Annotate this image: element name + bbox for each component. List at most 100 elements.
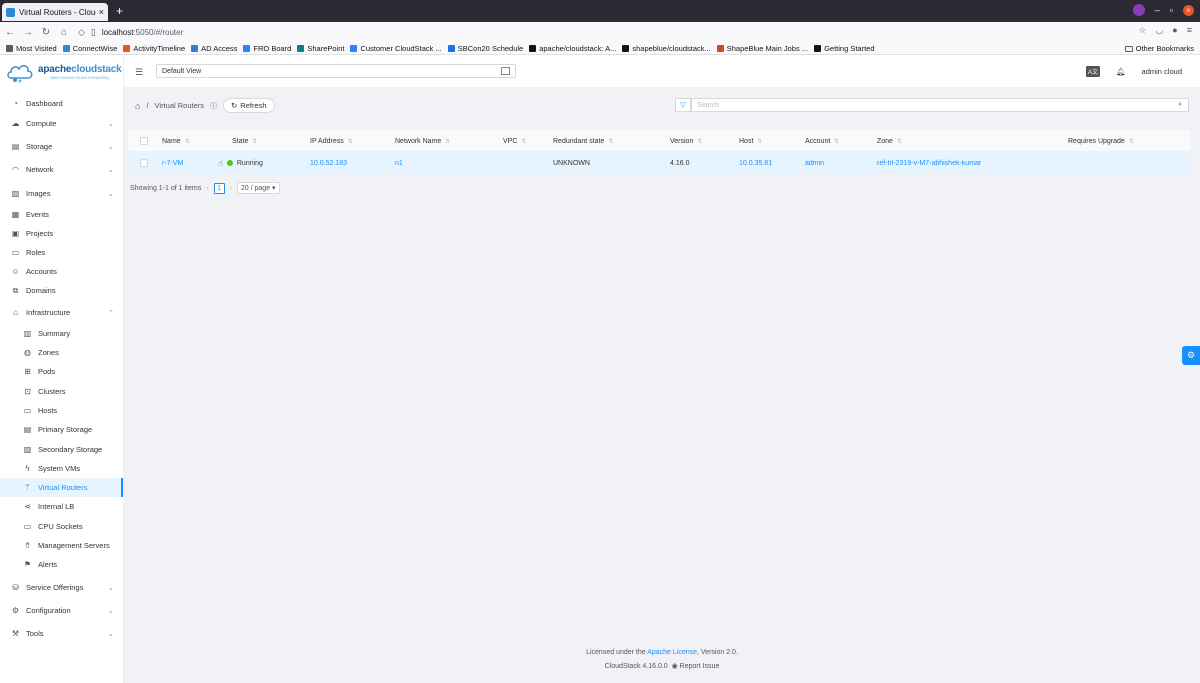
settings-drawer-button[interactable]: ⚙ bbox=[1182, 346, 1200, 365]
sidebar-item-projects[interactable]: ▣ Projects bbox=[0, 224, 123, 243]
cell-value[interactable]: r-7-VM bbox=[162, 160, 183, 167]
home-breadcrumb-icon[interactable]: ⌂ bbox=[135, 101, 140, 111]
bookmark-item[interactable]: ShapeBlue Main Jobs ... bbox=[716, 44, 808, 53]
sidebar-item-events[interactable]: ▦ Events bbox=[0, 205, 123, 224]
close-window-icon[interactable]: × bbox=[1183, 4, 1194, 16]
bookmark-star-icon[interactable]: ☆ bbox=[1138, 25, 1146, 36]
bookmark-item[interactable]: Most Visited bbox=[6, 44, 57, 53]
forward-icon[interactable]: → bbox=[20, 27, 36, 38]
translate-icon[interactable]: A文 bbox=[1086, 66, 1101, 77]
column-header-version[interactable]: Version ⇅ bbox=[670, 130, 702, 152]
pocket-icon[interactable]: ◡ bbox=[1155, 25, 1163, 36]
help-icon[interactable]: ⓘ bbox=[210, 101, 217, 111]
sidebar-item-summary[interactable]: ▥ Summary bbox=[0, 324, 123, 343]
sidebar-item-management-servers[interactable]: ⇮ Management Servers bbox=[0, 536, 123, 555]
bell-icon[interactable]: 🔔︎ bbox=[1116, 67, 1126, 76]
next-page-icon[interactable]: › bbox=[230, 185, 232, 192]
back-icon[interactable]: ← bbox=[2, 27, 18, 38]
select-all-checkbox[interactable] bbox=[140, 137, 148, 145]
bookmark-item[interactable]: AD Access bbox=[191, 44, 237, 53]
account-icon[interactable]: ● bbox=[1172, 25, 1177, 36]
menu-icon[interactable]: ≡ bbox=[1187, 25, 1192, 36]
bookmark-item[interactable]: SharePoint bbox=[297, 44, 344, 53]
sidebar-item-zones[interactable]: ◍ Zones bbox=[0, 343, 123, 362]
sidebar-item-secondary-storage[interactable]: ▨ Secondary Storage bbox=[0, 440, 123, 459]
bookmark-item[interactable]: shapeblue/cloudstack... bbox=[622, 44, 711, 53]
cell-account[interactable]: admin bbox=[805, 152, 824, 174]
sidebar-item-clusters[interactable]: ⊡ Clusters bbox=[0, 382, 123, 401]
cloudstack-logo[interactable]: apachecloudstack open source cloud compu… bbox=[0, 56, 123, 88]
column-header-vpc[interactable]: VPC ⇅ bbox=[503, 130, 526, 152]
sidebar-item-network[interactable]: ◠ Network ⌄ bbox=[0, 160, 123, 179]
row-checkbox[interactable] bbox=[140, 159, 148, 167]
home-icon[interactable]: ⌂ bbox=[56, 27, 72, 38]
cell-network[interactable]: n1 bbox=[395, 152, 403, 174]
browser-tab[interactable]: Virtual Routers - CloudSt × bbox=[2, 3, 108, 21]
bookmark-item[interactable]: SBCon20 Schedule bbox=[447, 44, 523, 53]
cell-name[interactable]: r-7-VM bbox=[162, 152, 183, 174]
bookmark-item[interactable]: Getting Started bbox=[814, 44, 875, 53]
search-icon[interactable]: ⌕ bbox=[1178, 101, 1182, 109]
filter-icon[interactable]: ▽ bbox=[675, 98, 691, 112]
column-header-state[interactable]: State ⇅ bbox=[232, 130, 257, 152]
cell-value[interactable]: 10.0.52.183 bbox=[310, 160, 347, 167]
sidebar-item-dashboard[interactable]: ◔ Dashboard bbox=[0, 94, 123, 113]
sidebar-item-configuration[interactable]: ⚙ Configuration ⌄ bbox=[0, 601, 123, 620]
reload-icon[interactable]: ↻ bbox=[38, 27, 54, 38]
column-header-redundant-state[interactable]: Redundant state ⇅ bbox=[553, 130, 613, 152]
menu-fold-icon[interactable]: ☰ bbox=[135, 67, 143, 78]
bookmark-item[interactable]: FRO Board bbox=[243, 44, 291, 53]
sidebar-item-accounts[interactable]: ☺ Accounts bbox=[0, 262, 123, 281]
maximize-icon[interactable]: ▫ bbox=[1170, 5, 1173, 15]
cell-host[interactable]: 10.0.35.81 bbox=[739, 152, 772, 174]
sidebar-item-service-offerings[interactable]: ⛁ Service Offerings ⌄ bbox=[0, 578, 123, 597]
column-header-account[interactable]: Account ⇅ bbox=[805, 130, 839, 152]
sidebar-item-cpu-sockets[interactable]: ▭ CPU Sockets bbox=[0, 517, 123, 536]
sidebar-item-primary-storage[interactable]: ▤ Primary Storage bbox=[0, 420, 123, 439]
license-link[interactable]: Apache License bbox=[647, 649, 697, 656]
column-header-network-name[interactable]: Network Name ⇅ bbox=[395, 130, 450, 152]
sidebar-item-virtual-routers[interactable]: ᛘ Virtual Routers bbox=[0, 478, 123, 497]
minimize-icon[interactable]: – bbox=[1155, 5, 1160, 15]
sidebar-item-internal-lb[interactable]: ⋖ Internal LB bbox=[0, 497, 123, 516]
cell-ip[interactable]: 10.0.52.183 bbox=[310, 152, 347, 174]
sidebar-item-domains[interactable]: ⧉ Domains bbox=[0, 281, 123, 300]
user-menu[interactable]: admin cloud bbox=[1142, 67, 1182, 76]
sidebar-item-storage[interactable]: ▤ Storage ⌄ bbox=[0, 137, 123, 156]
sidebar-item-tools[interactable]: ⚒ Tools ⌄ bbox=[0, 624, 123, 643]
sidebar-item-infrastructure[interactable]: ⌂ Infrastructure ⌃ bbox=[0, 303, 123, 322]
sidebar-item-hosts[interactable]: ▭ Hosts bbox=[0, 401, 123, 420]
prev-page-icon[interactable]: ‹ bbox=[206, 185, 208, 192]
refresh-button[interactable]: ↻ Refresh bbox=[223, 98, 275, 113]
page-size-select[interactable]: 20 / page ▾ bbox=[236, 182, 280, 194]
bookmark-item[interactable]: ConnectWise bbox=[62, 44, 117, 53]
new-tab-icon[interactable]: + bbox=[116, 4, 123, 18]
column-header-host[interactable]: Host ⇅ bbox=[739, 130, 762, 152]
sidebar-item-alerts[interactable]: ⚑ Alerts bbox=[0, 555, 123, 574]
sidebar-item-roles[interactable]: ▭ Roles bbox=[0, 243, 123, 262]
page-info-icon[interactable]: ▯ bbox=[91, 27, 96, 38]
cell-value[interactable]: n1 bbox=[395, 160, 403, 167]
bookmark-item[interactable]: Customer CloudStack ... bbox=[350, 44, 442, 53]
other-bookmarks[interactable]: Other Bookmarks bbox=[1124, 44, 1194, 53]
bookmark-item[interactable]: apache/cloudstack: A... bbox=[529, 44, 616, 53]
bookmark-item[interactable]: ActivityTimeline bbox=[123, 44, 185, 53]
report-issue-link[interactable]: Report Issue bbox=[680, 663, 720, 670]
cell-value[interactable]: ref-trl-2319-v-M7-abhishek-kumar bbox=[877, 160, 981, 167]
page-number-button[interactable]: 1 bbox=[213, 182, 225, 194]
cell-value[interactable]: admin bbox=[805, 160, 824, 167]
table-row[interactable]: r-7-VM ☝ Running 10.0.52.183 n1 UNKNOWN 4.16.0… bbox=[128, 152, 1190, 174]
column-header-zone[interactable]: Zone ⇅ bbox=[877, 130, 902, 152]
url-bar[interactable]: ◇ ▯ localhost:5050/#/router bbox=[78, 27, 183, 38]
sidebar-item-pods[interactable]: ⊞ Pods bbox=[0, 362, 123, 381]
project-view-select[interactable]: Default View bbox=[156, 64, 516, 78]
tracking-shield-icon[interactable]: ◇ bbox=[78, 27, 85, 38]
column-header-name[interactable]: Name ⇅ bbox=[162, 130, 190, 152]
cell-zone[interactable]: ref-trl-2319-v-M7-abhishek-kumar bbox=[877, 152, 981, 174]
sidebar-item-images[interactable]: ▧ Images ⌄ bbox=[0, 184, 123, 203]
sidebar-item-system-vms[interactable]: ϟ System VMs bbox=[0, 459, 123, 478]
column-header-ip-address[interactable]: IP Address ⇅ bbox=[310, 130, 353, 152]
column-header-requires-upgrade[interactable]: Requires Upgrade ⇅ bbox=[1068, 130, 1134, 152]
cell-value[interactable]: 10.0.35.81 bbox=[739, 160, 772, 167]
search-input[interactable]: Search ⌕ bbox=[691, 98, 1189, 112]
